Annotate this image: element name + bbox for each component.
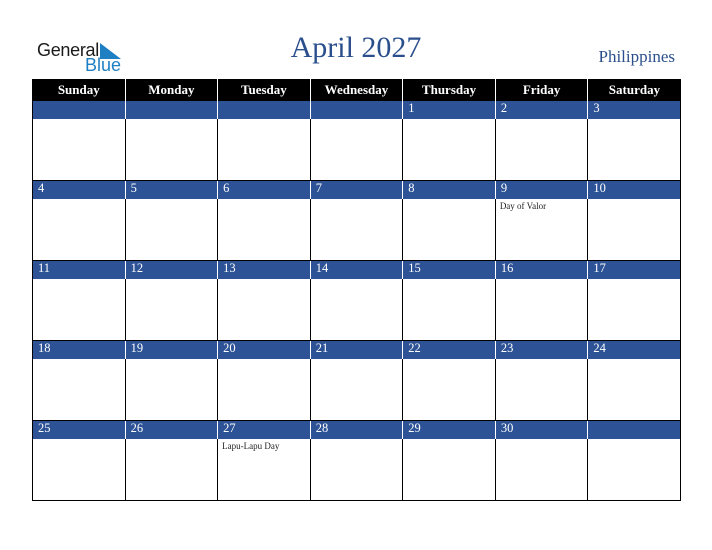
day-cell[interactable] <box>587 199 681 261</box>
weekday-header-sunday: Sunday <box>32 79 126 101</box>
day-cell[interactable] <box>587 279 681 341</box>
day-number <box>309 101 403 119</box>
day-cell[interactable] <box>217 119 311 181</box>
weekday-header-wednesday: Wednesday <box>309 79 403 101</box>
day-number: 28 <box>309 420 403 439</box>
week-body-row <box>32 279 681 341</box>
day-number: 24 <box>587 340 681 359</box>
day-number: 13 <box>217 260 311 279</box>
day-number: 5 <box>124 180 218 199</box>
day-cell[interactable] <box>124 119 219 181</box>
day-number: 2 <box>494 101 588 119</box>
day-number: 17 <box>587 260 681 279</box>
week-body-row: Day of Valor <box>32 199 681 261</box>
day-number: 19 <box>124 340 218 359</box>
day-number: 10 <box>587 180 681 199</box>
day-cell[interactable] <box>124 279 219 341</box>
day-cell[interactable] <box>32 119 126 181</box>
day-number <box>124 101 218 119</box>
day-number <box>217 101 311 119</box>
day-cell[interactable] <box>402 119 496 181</box>
week-body-row <box>32 359 681 421</box>
weekday-header-friday: Friday <box>494 79 588 101</box>
day-cell[interactable] <box>32 279 126 341</box>
holiday-label: Lapu-Lapu Day <box>222 441 280 451</box>
week-date-band: 18 19 20 21 22 23 24 <box>32 340 681 359</box>
day-cell[interactable] <box>494 359 589 421</box>
day-number: 8 <box>402 180 496 199</box>
day-number: 1 <box>402 101 496 119</box>
day-number: 22 <box>402 340 496 359</box>
day-cell[interactable] <box>402 439 496 501</box>
day-number: 4 <box>32 180 126 199</box>
week-body-row <box>32 119 681 181</box>
week-date-band: 4 5 6 7 8 9 10 <box>32 180 681 199</box>
week-date-band: 25 26 27 28 29 30 <box>32 420 681 439</box>
day-cell[interactable] <box>587 359 681 421</box>
day-cell[interactable] <box>309 119 404 181</box>
week-date-band: 11 12 13 14 15 16 17 <box>32 260 681 279</box>
calendar-grid: Sunday Monday Tuesday Wednesday Thursday Frid… <box>32 79 681 501</box>
day-cell[interactable]: Day of Valor <box>494 199 589 261</box>
day-cell[interactable] <box>32 199 126 261</box>
day-number: 27 <box>217 420 311 439</box>
day-number: 15 <box>402 260 496 279</box>
day-number: 18 <box>32 340 126 359</box>
holiday-label: Day of Valor <box>499 201 547 211</box>
week-date-band: 123 <box>32 101 681 119</box>
day-number: 23 <box>494 340 588 359</box>
day-cell[interactable] <box>494 439 589 501</box>
day-number: 6 <box>217 180 311 199</box>
day-number: 21 <box>309 340 403 359</box>
day-cell[interactable] <box>587 119 681 181</box>
country-label: Philippines <box>598 47 675 66</box>
day-number: 11 <box>32 260 126 279</box>
weekday-header-tuesday: Tuesday <box>217 79 311 101</box>
day-number: 20 <box>217 340 311 359</box>
day-cell[interactable] <box>494 119 589 181</box>
weekday-header-monday: Monday <box>124 79 218 101</box>
day-cell[interactable] <box>587 439 681 501</box>
day-number: 12 <box>124 260 218 279</box>
day-cell[interactable] <box>217 359 311 421</box>
weekday-header-thursday: Thursday <box>402 79 496 101</box>
day-number: 26 <box>124 420 218 439</box>
day-cell[interactable] <box>402 199 496 261</box>
day-cell[interactable] <box>309 279 404 341</box>
day-cell[interactable] <box>32 439 126 501</box>
weekday-header-saturday: Saturday <box>587 79 681 101</box>
day-number: 25 <box>32 420 126 439</box>
day-cell[interactable]: Lapu-Lapu Day <box>217 439 311 501</box>
day-number: 9 <box>494 180 588 199</box>
day-number: 16 <box>494 260 588 279</box>
day-number <box>587 420 681 439</box>
day-number: 30 <box>494 420 588 439</box>
day-number: 3 <box>587 101 681 119</box>
weekday-header-row: Sunday Monday Tuesday Wednesday Thursday Frid… <box>32 79 681 101</box>
day-cell[interactable] <box>124 439 219 501</box>
day-number: 29 <box>402 420 496 439</box>
day-number <box>32 101 126 119</box>
day-cell[interactable] <box>494 279 589 341</box>
day-cell[interactable] <box>217 279 311 341</box>
week-body-row: Lapu-Lapu Day <box>32 439 681 501</box>
day-cell[interactable] <box>309 199 404 261</box>
day-cell[interactable] <box>309 439 404 501</box>
day-cell[interactable] <box>309 359 404 421</box>
day-number: 7 <box>309 180 403 199</box>
day-cell[interactable] <box>402 359 496 421</box>
day-cell[interactable] <box>124 199 219 261</box>
day-cell[interactable] <box>124 359 219 421</box>
day-number: 14 <box>309 260 403 279</box>
day-cell[interactable] <box>32 359 126 421</box>
day-cell[interactable] <box>217 199 311 261</box>
day-cell[interactable] <box>402 279 496 341</box>
